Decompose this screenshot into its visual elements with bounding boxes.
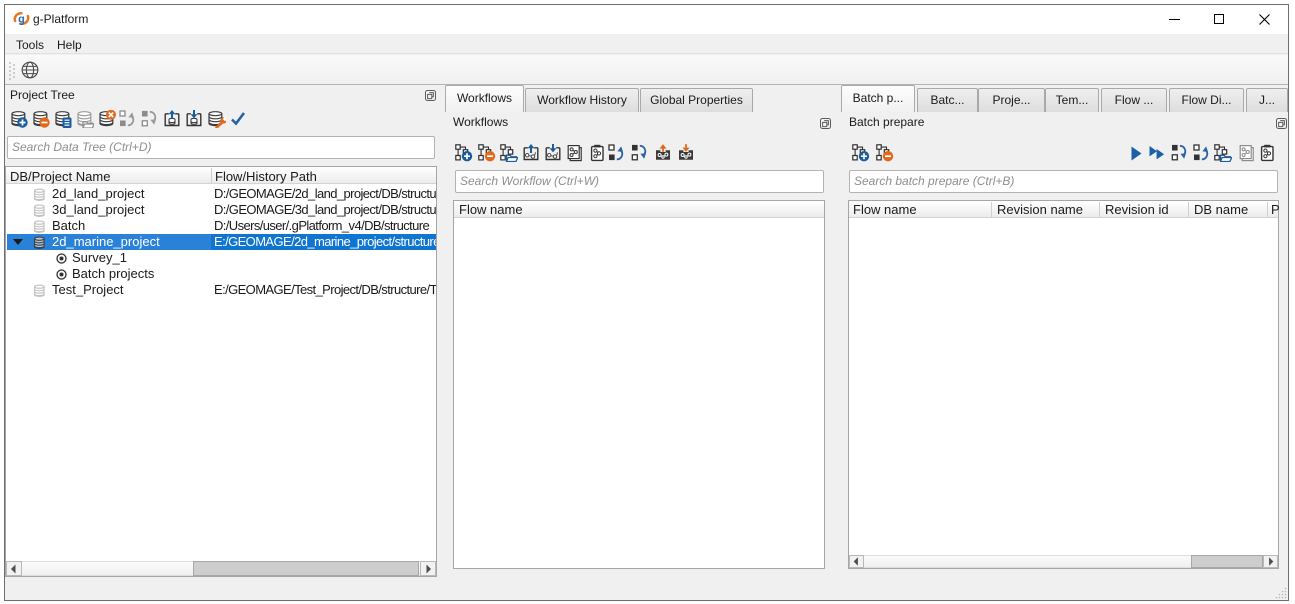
svg-text:g: g (18, 13, 25, 25)
